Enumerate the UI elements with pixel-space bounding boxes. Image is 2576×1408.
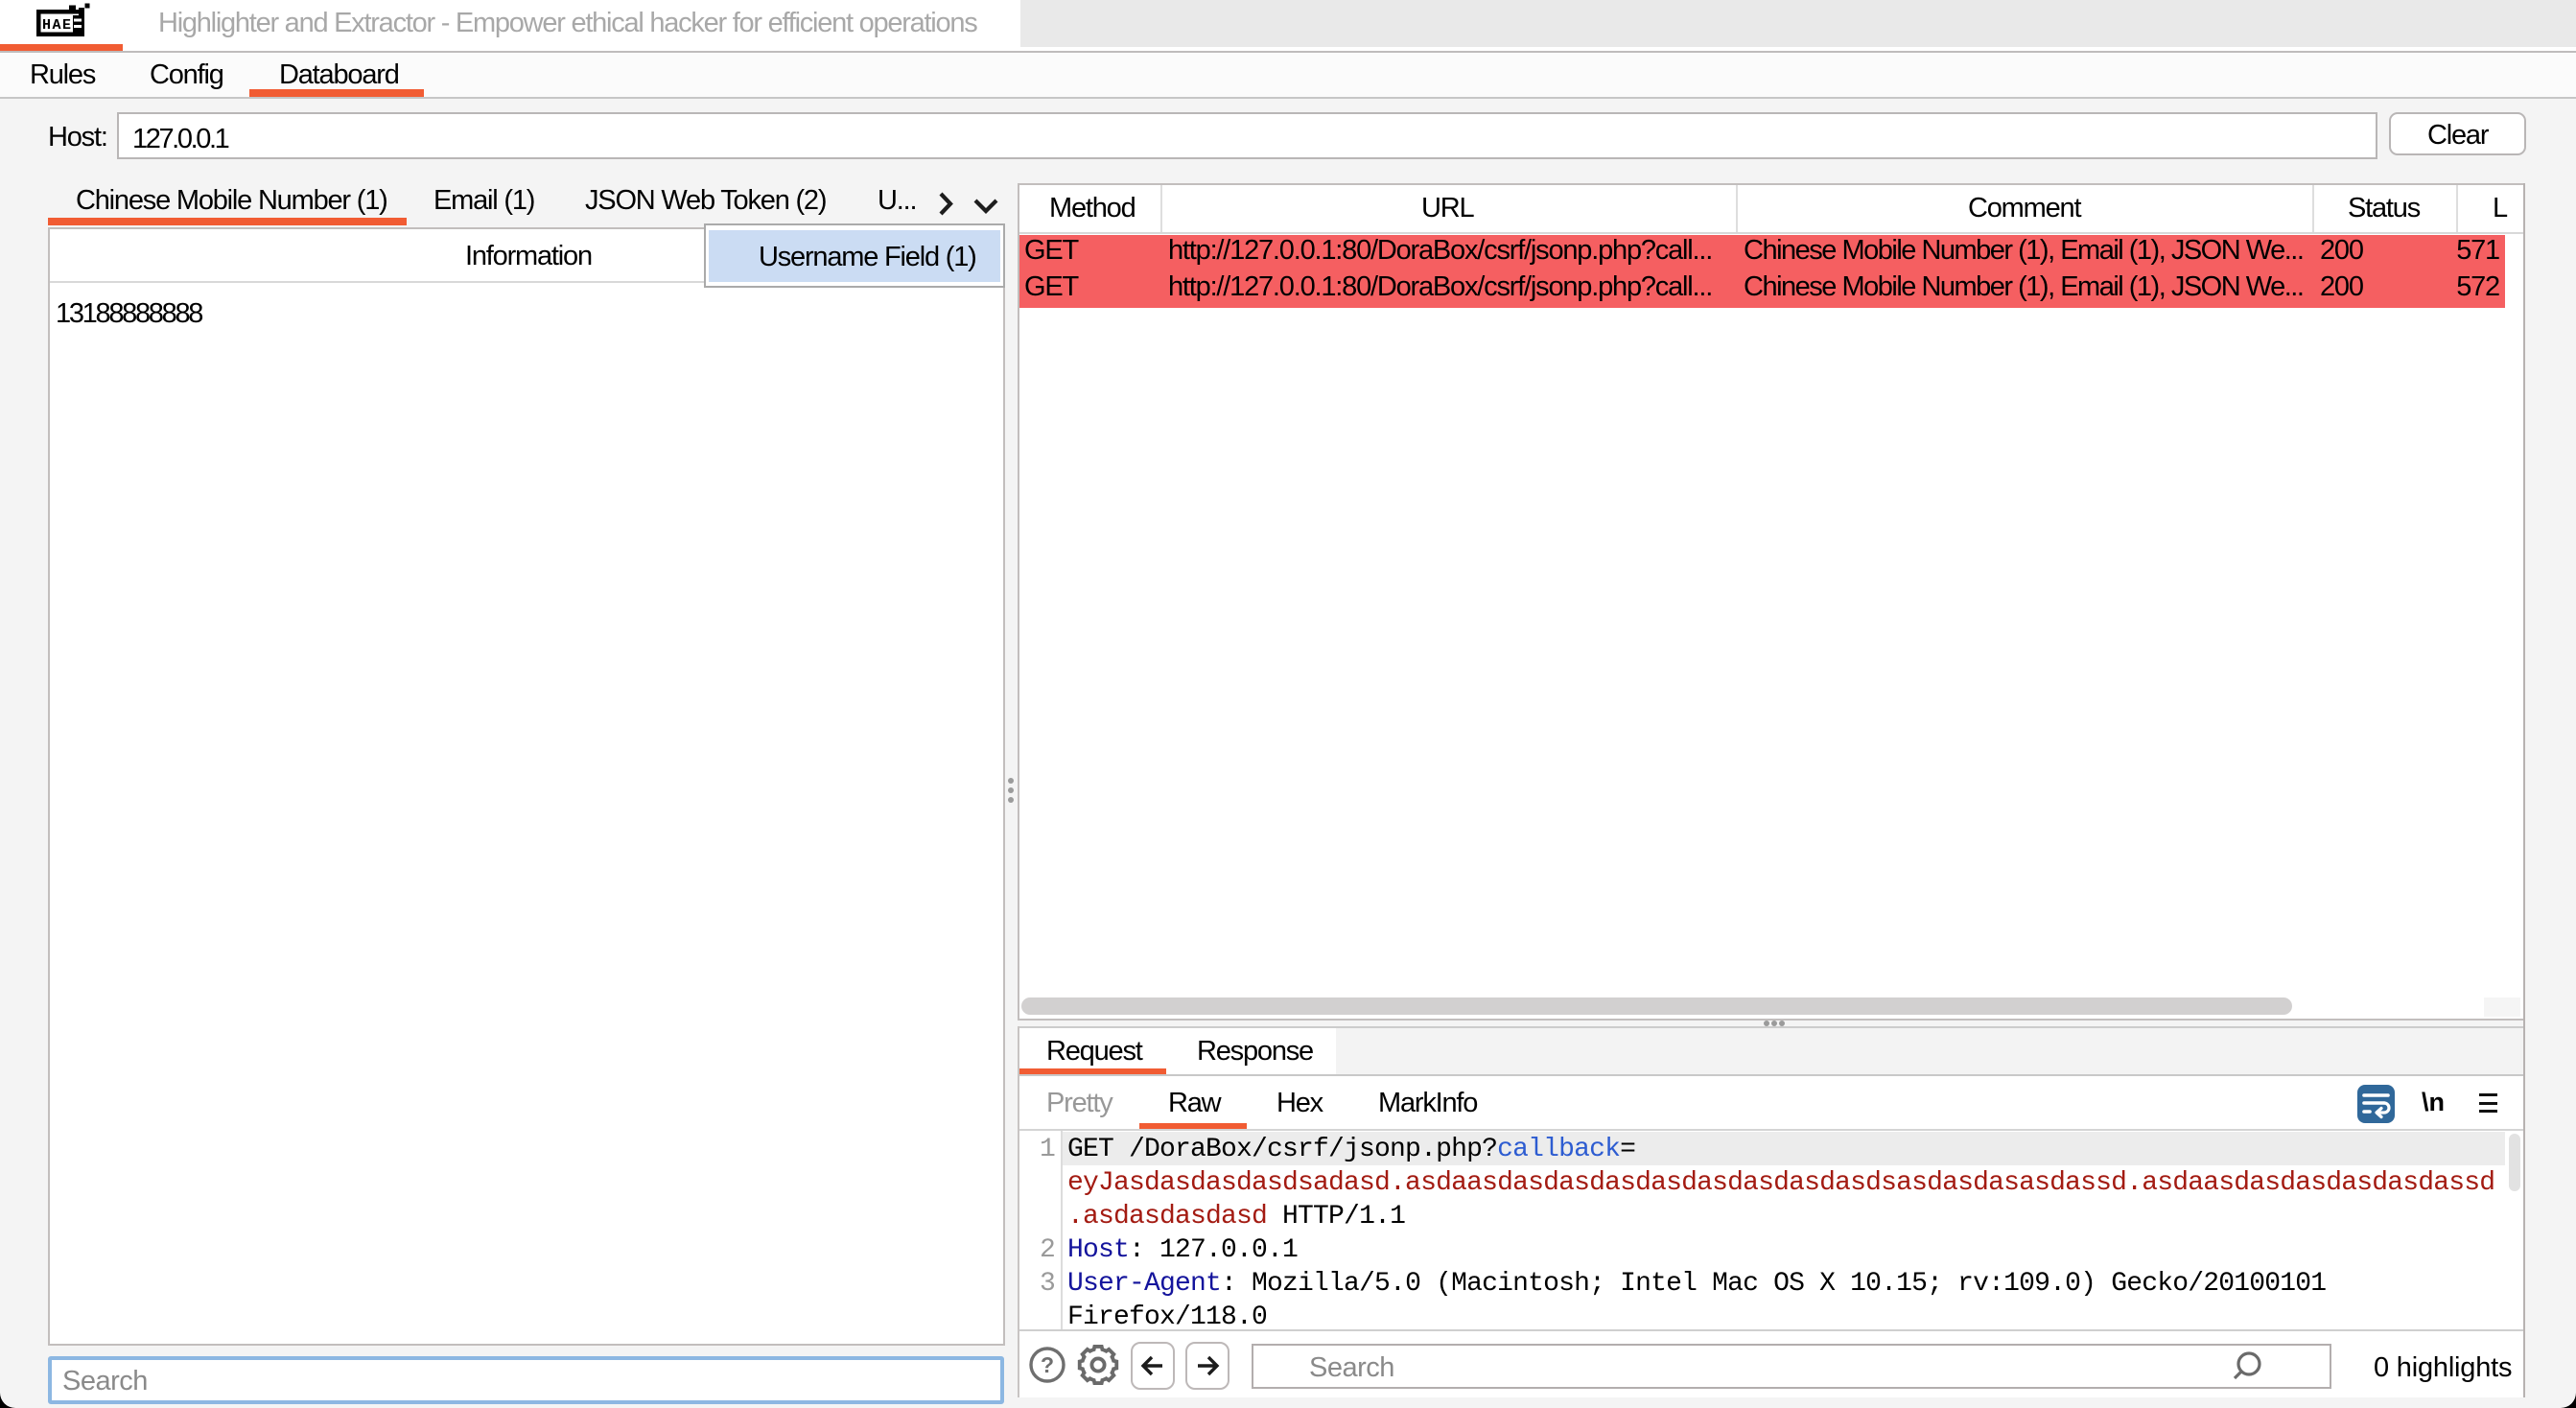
svg-text:?: ?	[1041, 1352, 1054, 1377]
svg-text:HAE: HAE	[42, 17, 71, 34]
